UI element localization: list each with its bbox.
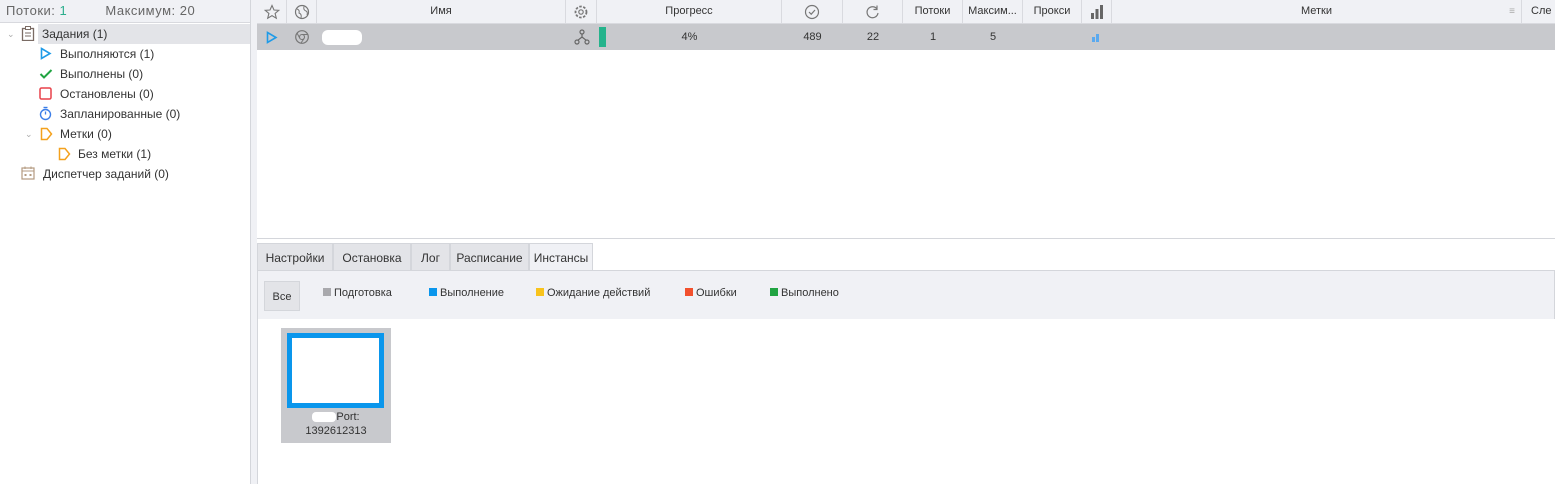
tab-instances[interactable]: Инстансы — [529, 243, 593, 272]
header-progress[interactable]: Прогресс — [597, 0, 782, 24]
progress-text: 4% — [681, 31, 698, 43]
tree-item-scheduled[interactable]: Запланированные (0) — [60, 104, 180, 124]
globe-icon — [294, 4, 309, 20]
tree-item-label: Диспетчер заданий (0) — [43, 167, 169, 181]
filter-preparing[interactable]: Подготовка — [323, 287, 392, 299]
header-priority[interactable] — [1082, 0, 1112, 24]
header-tags[interactable]: Метки ≡ — [1112, 0, 1522, 24]
port-label: Port: — [336, 411, 360, 423]
tree-item-label: Задания (1) — [42, 27, 108, 41]
success-count: 489 — [803, 31, 822, 43]
header-next[interactable]: Сле — [1522, 0, 1555, 24]
threads-value: 1 — [59, 3, 68, 18]
tab-log[interactable]: Лог — [411, 243, 450, 271]
chrome-icon — [295, 30, 309, 44]
filter-running[interactable]: Выполнение — [429, 287, 504, 299]
tab-settings[interactable]: Настройки — [257, 243, 333, 271]
header-favorite[interactable] — [257, 0, 287, 24]
filter-all-button[interactable]: Все — [264, 281, 300, 311]
signal-bars-icon — [1090, 5, 1103, 19]
instance-caption: Port: 1392612313 — [281, 410, 391, 438]
tree-item-label: Остановлены (0) — [60, 87, 154, 101]
tab-stop[interactable]: Остановка — [333, 243, 411, 271]
priority-bars-icon — [1092, 34, 1099, 42]
status-swatch — [770, 288, 778, 296]
header-tags-label: Метки — [1300, 5, 1333, 17]
filter-label: Выполнение — [440, 287, 505, 299]
filter-label: Выполнено — [781, 287, 839, 299]
chevron-down-icon[interactable]: ⌄ — [7, 29, 15, 40]
thread-stats: Потоки: 1 Максимум: 20 — [0, 0, 250, 23]
repeats-count: 22 — [866, 31, 880, 43]
tasks-grid: Имя Прогресс Потоки Максим... Прокси Мет… — [257, 0, 1555, 239]
check-icon — [39, 69, 53, 79]
gear-icon — [574, 5, 588, 19]
instance-name-redacted — [312, 412, 337, 423]
header-repeats[interactable] — [843, 0, 903, 24]
header-browser[interactable] — [287, 0, 317, 24]
header-success[interactable] — [782, 0, 843, 24]
bottom-tabs: Настройки Остановка Лог Расписание Инста… — [257, 243, 1555, 272]
filter-waiting[interactable]: Ожидание действий — [536, 287, 650, 299]
check-circle-icon — [804, 4, 820, 20]
header-threads[interactable]: Потоки — [903, 0, 963, 24]
hierarchy-icon — [574, 29, 590, 45]
tree-item-label: Без метки (1) — [78, 147, 152, 161]
port-value: 1392612313 — [305, 425, 367, 437]
calendar-icon — [21, 166, 35, 180]
header-name[interactable]: Имя — [317, 0, 566, 24]
max-value: 20 — [179, 3, 196, 18]
tree-item-label: Запланированные (0) — [60, 107, 181, 121]
max-label: Максимум: — [105, 3, 176, 18]
filter-errors[interactable]: Ошибки — [685, 287, 737, 299]
table-row[interactable]: 4% 489 22 1 5 — [257, 24, 1555, 50]
stopwatch-icon — [39, 106, 52, 121]
tree-item-running[interactable]: Выполняются (1) — [60, 44, 154, 64]
star-icon — [263, 4, 280, 20]
tab-schedule[interactable]: Расписание — [450, 243, 529, 271]
tree-item-task-manager[interactable]: Диспетчер заданий (0) — [43, 164, 169, 184]
refresh-icon — [865, 5, 879, 19]
header-settings[interactable] — [566, 0, 597, 24]
left-panel: Потоки: 1 Максимум: 20 Задания (1) ⌄ Вып… — [0, 0, 251, 484]
threads-label: Потоки: — [6, 3, 56, 18]
status-swatch — [429, 288, 437, 296]
filter-label: Ожидание действий — [547, 287, 651, 299]
tree-item-label: Выполняются (1) — [60, 47, 155, 61]
filter-icon[interactable]: ≡ — [1509, 0, 1515, 23]
play-icon — [40, 47, 52, 60]
tree-item-untagged[interactable]: Без метки (1) — [78, 144, 151, 164]
tree-item-label: Выполнены (0) — [60, 67, 144, 81]
task-name-redacted — [322, 30, 362, 45]
instance-filters: Все Подготовка Выполнение Ожидание дейст… — [257, 270, 1555, 319]
header-max[interactable]: Максим... — [963, 0, 1023, 24]
chevron-down-icon[interactable]: ⌄ — [25, 129, 33, 140]
status-swatch — [536, 288, 544, 296]
tree-item-tasks[interactable]: Задания (1) — [38, 24, 250, 44]
stop-icon — [39, 87, 52, 100]
header-proxy[interactable]: Прокси — [1023, 0, 1082, 24]
tree-item-done[interactable]: Выполнены (0) — [60, 64, 143, 84]
filter-label: Подготовка — [334, 287, 392, 299]
clipboard-icon — [21, 26, 35, 41]
max-count: 5 — [989, 31, 997, 43]
tag-icon — [58, 147, 71, 161]
status-swatch — [685, 288, 693, 296]
tree-item-tags[interactable]: Метки (0) — [60, 124, 112, 144]
filter-completed[interactable]: Выполнено — [770, 287, 839, 299]
play-icon[interactable] — [266, 31, 278, 44]
tree-item-label: Метки (0) — [60, 127, 112, 141]
tag-icon — [40, 127, 53, 141]
threads-count: 1 — [929, 31, 937, 43]
instances-area — [257, 319, 1555, 484]
status-swatch — [323, 288, 331, 296]
instance-thumbnail[interactable] — [287, 333, 384, 408]
instance-card[interactable]: Port: 1392612313 — [281, 328, 391, 443]
tree-item-stopped[interactable]: Остановлены (0) — [60, 84, 154, 104]
filter-label: Ошибки — [696, 287, 737, 299]
